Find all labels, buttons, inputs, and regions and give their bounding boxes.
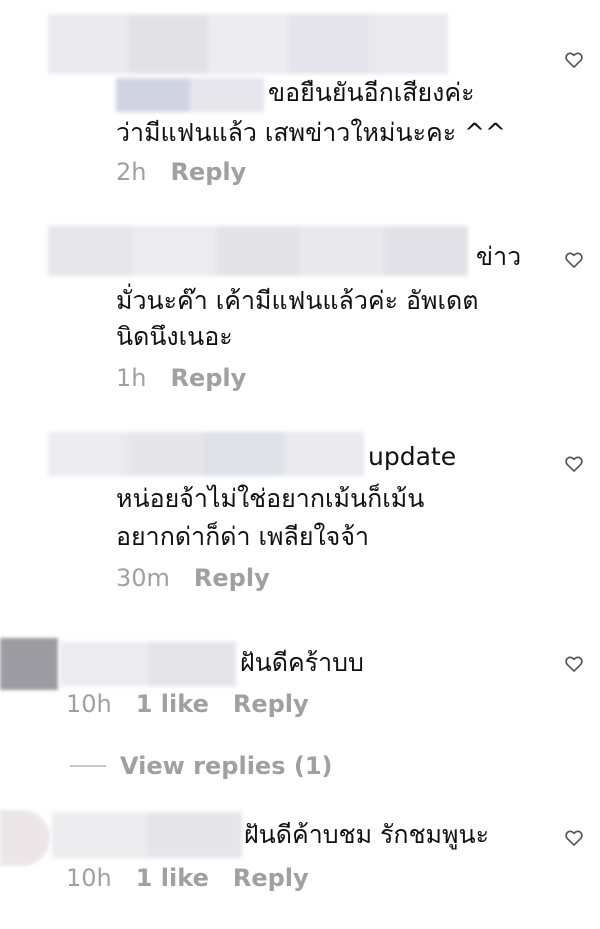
thread-line <box>70 765 106 767</box>
reply-button[interactable]: Reply <box>170 364 246 392</box>
comment-text-line-3: อยากด่าก็ด่า เพลียใจจ้า <box>116 522 370 551</box>
redacted-mention <box>116 78 264 112</box>
heart-icon[interactable] <box>564 250 584 270</box>
comment-text-line-3: นิดนึงเนอะ <box>116 322 233 351</box>
comment-meta: 10h 1 like Reply <box>66 690 309 718</box>
comment-3: update หน่อยจ้าไม่ใช่อยากเม้นก็เม้น อยาก… <box>0 410 600 620</box>
comment-text-line-2: มั่วนะค๊า เค้ามีแฟนแล้วค่ะ อัพเดต <box>116 286 479 315</box>
heart-icon[interactable] <box>564 828 584 848</box>
redacted-username <box>52 812 242 858</box>
comment-4: ฝันดีคร้าบบ 10h 1 like Reply View replie… <box>0 620 600 790</box>
comment-text-line-1: ข่าว <box>476 242 522 271</box>
redacted-username <box>48 14 448 74</box>
heart-icon[interactable] <box>564 50 584 70</box>
likes-count[interactable]: 1 like <box>136 690 209 718</box>
comment-meta: 1h Reply <box>116 364 246 392</box>
comment-timestamp: 1h <box>116 364 147 392</box>
comment-text-line-1: ฝันดีค้าบชม รักชมพูนะ <box>244 820 490 849</box>
heart-icon[interactable] <box>564 654 584 674</box>
avatar[interactable] <box>0 810 50 866</box>
comment-5: ฝันดีค้าบชม รักชมพูนะ 10h 1 like Reply <box>0 790 600 929</box>
reply-button[interactable]: Reply <box>233 690 309 718</box>
comment-text-line-2: หน่อยจ้าไม่ใช่อยากเม้นก็เม้น <box>116 484 425 513</box>
reply-button[interactable]: Reply <box>170 158 246 186</box>
comment-text-line-1: ขอยืนยันอีกเสียงค่ะ <box>268 78 475 107</box>
comment-timestamp: 10h <box>66 690 112 718</box>
comment-text-line-1: ฝันดีคร้าบบ <box>240 648 364 677</box>
comment-meta: 30m Reply <box>116 564 270 592</box>
reply-button[interactable]: Reply <box>233 864 309 892</box>
redacted-username <box>48 432 364 476</box>
comment-timestamp: 10h <box>66 864 112 892</box>
comment-2: ข่าว มั่วนะค๊า เค้ามีแฟนแล้วค่ะ อัพเดต น… <box>0 200 600 410</box>
reply-button[interactable]: Reply <box>194 564 270 592</box>
comment-1: ขอยืนยันอีกเสียงค่ะ ว่ามีแฟนแล้ว เสพข่าว… <box>0 0 600 200</box>
likes-count[interactable]: 1 like <box>136 864 209 892</box>
redacted-username <box>60 642 236 686</box>
comment-timestamp: 30m <box>116 564 170 592</box>
comment-text-line-1: update <box>368 442 457 471</box>
comment-timestamp: 2h <box>116 158 147 186</box>
comment-text-line-2: ว่ามีแฟนแล้ว เสพข่าวใหม่นะคะ ^^ <box>116 118 507 147</box>
avatar[interactable] <box>0 638 58 690</box>
comment-meta: 2h Reply <box>116 158 246 186</box>
view-replies-button[interactable]: View replies (1) <box>70 752 332 780</box>
view-replies-label: View replies (1) <box>120 752 333 780</box>
comment-meta: 10h 1 like Reply <box>66 864 309 892</box>
redacted-username <box>48 226 468 276</box>
heart-icon[interactable] <box>564 454 584 474</box>
